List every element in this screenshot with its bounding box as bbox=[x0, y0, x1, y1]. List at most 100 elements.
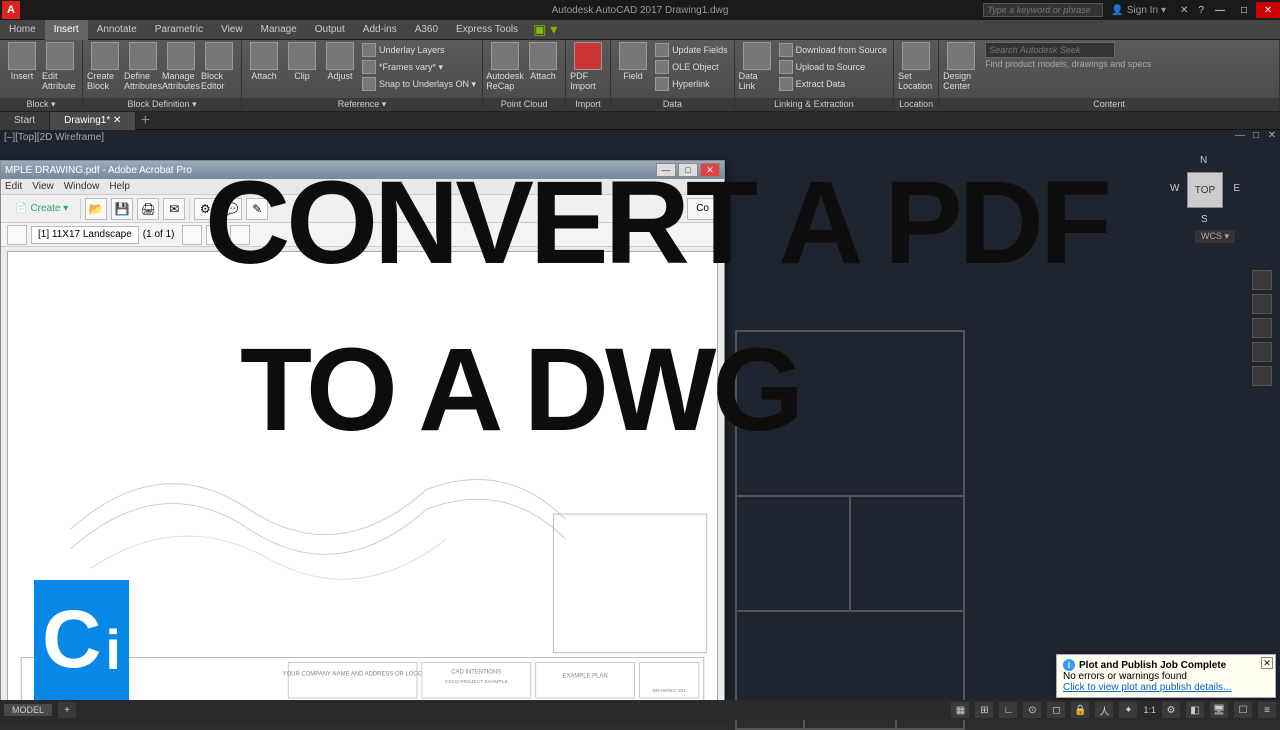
anno-auto-icon[interactable]: ✦ bbox=[1119, 702, 1137, 718]
svg-text:CSCO PROJECT EXAMPLE: CSCO PROJECT EXAMPLE bbox=[445, 679, 509, 685]
clean-icon[interactable]: ☐ bbox=[1234, 702, 1252, 718]
plot-notification: ✕ iPlot and Publish Job Complete No erro… bbox=[1056, 654, 1276, 698]
osnap-icon[interactable]: ◻ bbox=[1047, 702, 1065, 718]
open-icon[interactable]: 📂 bbox=[85, 198, 107, 220]
menu-edit[interactable]: Edit bbox=[5, 181, 22, 192]
notification-body: No errors or warnings found bbox=[1063, 671, 1269, 682]
help-icon[interactable]: ? bbox=[1198, 5, 1204, 16]
design-center-button[interactable]: Design Center bbox=[943, 42, 979, 91]
save-icon[interactable]: 💾 bbox=[111, 198, 133, 220]
close-button[interactable]: ✕ bbox=[1256, 2, 1280, 18]
tab-insert[interactable]: Insert bbox=[45, 20, 88, 40]
new-tab-button[interactable]: + bbox=[136, 112, 154, 130]
polar-icon[interactable]: ⊙ bbox=[1023, 702, 1041, 718]
workspace-icon[interactable]: ◧ bbox=[1186, 702, 1204, 718]
autodesk-seek-input[interactable] bbox=[985, 42, 1115, 58]
attach-pc-button[interactable]: Attach bbox=[525, 42, 561, 81]
tab-express[interactable]: Express Tools bbox=[447, 20, 527, 40]
tab-parametric[interactable]: Parametric bbox=[146, 20, 212, 40]
menu-help[interactable]: Help bbox=[109, 181, 130, 192]
start-tab[interactable]: Start bbox=[0, 112, 50, 130]
tab-view[interactable]: View bbox=[212, 20, 252, 40]
snap-icon[interactable]: ⊞ bbox=[975, 702, 993, 718]
gear-status-icon[interactable]: ⚙ bbox=[1162, 702, 1180, 718]
panel-import: PDF Import Import bbox=[566, 40, 611, 111]
recap-button[interactable]: Autodesk ReCap bbox=[487, 42, 523, 91]
window-controls: — □ ✕ bbox=[1208, 2, 1280, 18]
zoom-icon[interactable] bbox=[1252, 318, 1272, 338]
customize-icon[interactable]: ≡ bbox=[1258, 702, 1276, 718]
thumbnails-icon[interactable] bbox=[7, 225, 27, 245]
tab-output[interactable]: Output bbox=[306, 20, 354, 40]
vp-min-button[interactable]: — bbox=[1232, 130, 1248, 144]
underlay-layers-button[interactable]: Underlay Layers bbox=[360, 42, 478, 58]
extract-data-button[interactable]: Extract Data bbox=[777, 76, 890, 92]
maximize-button[interactable]: □ bbox=[1232, 2, 1256, 18]
anno-icon[interactable]: 人 bbox=[1095, 702, 1113, 718]
upload-source-button[interactable]: Upload to Source bbox=[777, 59, 890, 75]
nav-wheel-icon[interactable] bbox=[1252, 270, 1272, 290]
data-link-button[interactable]: Data Link bbox=[739, 42, 775, 91]
set-location-button[interactable]: Set Location bbox=[898, 42, 934, 91]
menu-window[interactable]: Window bbox=[64, 181, 100, 192]
keyword-search-input[interactable] bbox=[983, 3, 1103, 17]
tab-a360[interactable]: A360 bbox=[406, 20, 447, 40]
field-button[interactable]: Field bbox=[615, 42, 651, 81]
orbit-icon[interactable] bbox=[1252, 342, 1272, 362]
viewcube[interactable]: N S E W TOP bbox=[1170, 155, 1240, 225]
block-editor-button[interactable]: Block Editor bbox=[201, 42, 237, 91]
edit-attribute-button[interactable]: Edit Attribute bbox=[42, 42, 78, 91]
status-bar: MODEL + ▦ ⊞ ∟ ⊙ ◻ 🔒 人 ✦ 1:1 ⚙ ◧ 🖥 ☐ ≡ bbox=[0, 700, 1280, 720]
vp-close-button[interactable]: ✕ bbox=[1264, 130, 1280, 144]
attach-button[interactable]: Attach bbox=[246, 42, 282, 81]
notification-close-button[interactable]: ✕ bbox=[1261, 657, 1273, 669]
notification-link[interactable]: Click to view plot and publish details..… bbox=[1063, 682, 1269, 693]
monitor-icon[interactable]: 🖥 bbox=[1210, 702, 1228, 718]
create-button[interactable]: 📄 Create ▾ bbox=[7, 203, 76, 214]
minimize-button[interactable]: — bbox=[1208, 2, 1232, 18]
acrobat-title: MPLE DRAWING.pdf - Adobe Acrobat Pro bbox=[5, 165, 192, 176]
hyperlink-button[interactable]: Hyperlink bbox=[653, 76, 730, 92]
menu-view[interactable]: View bbox=[32, 181, 54, 192]
page-box[interactable]: [1] 11X17 Landscape bbox=[31, 226, 139, 244]
update-fields-button[interactable]: Update Fields bbox=[653, 42, 730, 58]
print-icon[interactable]: 🖨 bbox=[137, 198, 159, 220]
tab-manage[interactable]: Manage bbox=[252, 20, 306, 40]
create-block-button[interactable]: Create Block bbox=[87, 42, 123, 91]
viewport-label[interactable]: [–][Top][2D Wireframe] bbox=[4, 132, 104, 143]
app-logo-icon[interactable]: A bbox=[2, 1, 20, 19]
define-attributes-button[interactable]: Define Attributes bbox=[125, 42, 161, 91]
tab-extras-icon[interactable]: ▣ ▾ bbox=[533, 21, 557, 38]
showmotion-icon[interactable] bbox=[1252, 366, 1272, 386]
tab-home[interactable]: Home bbox=[0, 20, 45, 40]
ole-object-button[interactable]: OLE Object bbox=[653, 59, 730, 75]
ci-logo: C i bbox=[34, 580, 129, 700]
adjust-button[interactable]: Adjust bbox=[322, 42, 358, 81]
manage-attributes-button[interactable]: Manage Attributes bbox=[163, 42, 199, 91]
wcs-dropdown[interactable]: WCS ▾ bbox=[1195, 230, 1235, 243]
exchange-icon[interactable]: ✕ bbox=[1180, 5, 1188, 16]
snap-underlays-button[interactable]: Snap to Underlays ON ▾ bbox=[360, 76, 478, 92]
layout-plus-icon[interactable]: + bbox=[58, 702, 76, 718]
app-title: Autodesk AutoCAD 2017 Drawing1.dwg bbox=[552, 5, 729, 16]
panel-reference: Attach Clip Adjust Underlay Layers *Fram… bbox=[242, 40, 483, 111]
svg-text:CAD INTENTIONS: CAD INTENTIONS bbox=[451, 669, 501, 675]
drawing-tab[interactable]: Drawing1* ✕ bbox=[50, 112, 136, 130]
vp-max-button[interactable]: □ bbox=[1248, 130, 1264, 144]
download-source-button[interactable]: Download from Source bbox=[777, 42, 890, 58]
pdf-import-button[interactable]: PDF Import bbox=[570, 42, 606, 91]
grid-icon[interactable]: ▦ bbox=[951, 702, 969, 718]
email-icon[interactable]: ✉ bbox=[163, 198, 185, 220]
ortho-icon[interactable]: ∟ bbox=[999, 702, 1017, 718]
lock-icon[interactable]: 🔒 bbox=[1071, 702, 1089, 718]
pan-icon[interactable] bbox=[1252, 294, 1272, 314]
insert-button[interactable]: Insert bbox=[4, 42, 40, 81]
select-icon[interactable] bbox=[182, 225, 202, 245]
model-tab[interactable]: MODEL bbox=[4, 704, 52, 716]
frames-vary-button[interactable]: *Frames vary* ▾ bbox=[360, 59, 478, 75]
scale-label[interactable]: 1:1 bbox=[1143, 705, 1156, 715]
tab-addins[interactable]: Add-ins bbox=[354, 20, 406, 40]
signin-button[interactable]: 👤 Sign In ▾ bbox=[1111, 5, 1166, 16]
tab-annotate[interactable]: Annotate bbox=[88, 20, 146, 40]
clip-button[interactable]: Clip bbox=[284, 42, 320, 81]
